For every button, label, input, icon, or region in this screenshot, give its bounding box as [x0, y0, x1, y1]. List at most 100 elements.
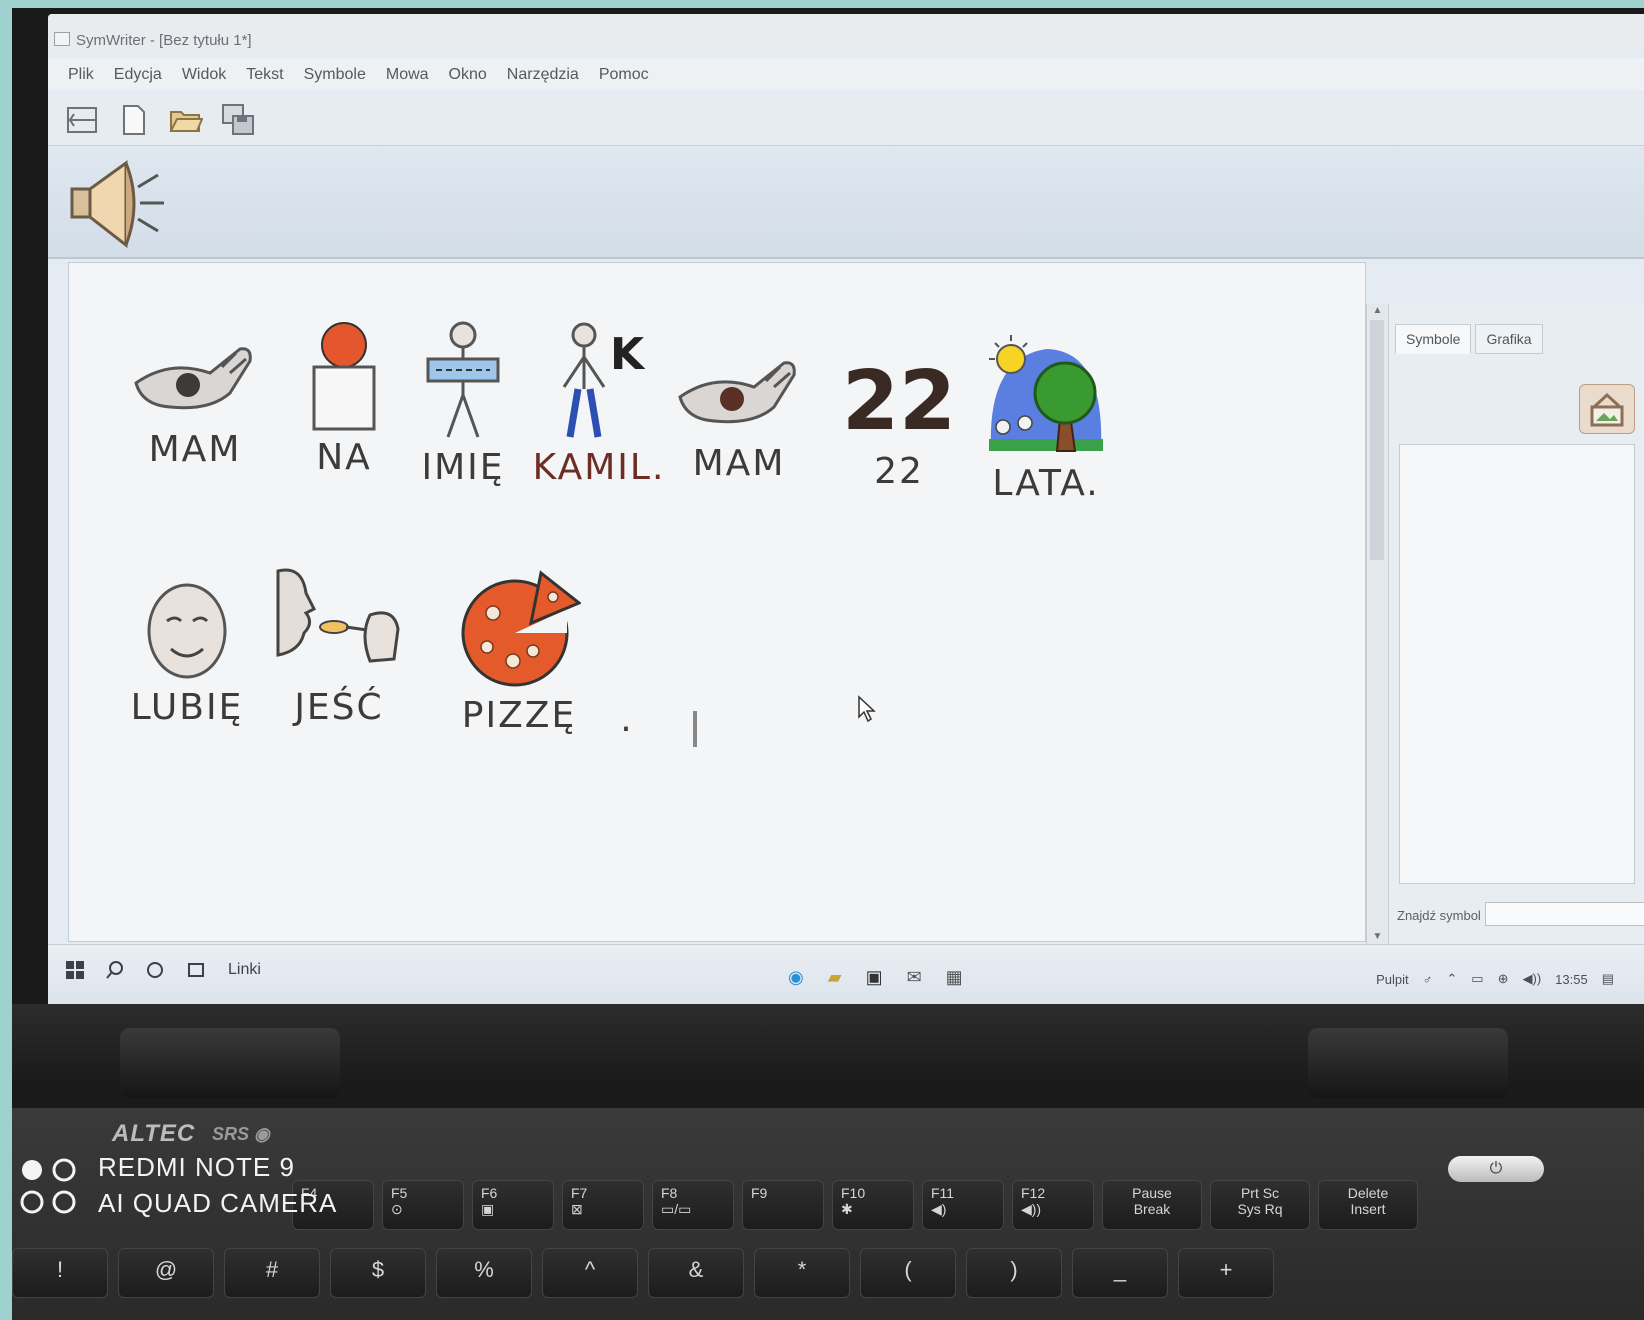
key-right-paren[interactable]: ) [966, 1248, 1062, 1298]
key-f9[interactable]: F9 [742, 1180, 824, 1230]
number-22-icon: 22 [841, 354, 957, 449]
menu-widok[interactable]: Widok [172, 58, 236, 90]
speak-button[interactable] [68, 157, 168, 253]
key-dollar[interactable]: $ [330, 1248, 426, 1298]
title-bar: SymWriter - [Bez tytułu 1*] [48, 14, 1644, 50]
key-left-paren[interactable]: ( [860, 1248, 956, 1298]
menu-plik[interactable]: Plik [58, 58, 104, 90]
document-scrollbar[interactable]: ▲ ▼ [1366, 304, 1388, 944]
menu-pomoc[interactable]: Pomoc [589, 58, 659, 90]
key-label: F9 [751, 1185, 768, 1201]
key-percent[interactable]: % [436, 1248, 532, 1298]
task-view-icon[interactable] [186, 961, 206, 979]
mouse-pointer-icon [858, 695, 876, 723]
windows-start-icon[interactable] [66, 961, 84, 979]
save-button[interactable] [218, 100, 258, 140]
key-pause-break[interactable]: Pause Break [1102, 1180, 1202, 1230]
layout-button[interactable] [62, 100, 102, 140]
key-f12[interactable]: F12 ◀)) [1012, 1180, 1094, 1230]
key-f6[interactable]: F6 ▣ [472, 1180, 554, 1230]
key-f7[interactable]: F7 ⊠ [562, 1180, 644, 1230]
brand-logo: ALTEC [112, 1120, 195, 1148]
period-cell[interactable]: . [615, 693, 639, 740]
desktop-toolbar-label[interactable]: Pulpit [1376, 972, 1409, 987]
find-symbol-input[interactable] [1485, 902, 1644, 926]
window-title: SymWriter - [Bez tytułu 1*] [76, 32, 252, 49]
open-folder-button[interactable] [166, 100, 206, 140]
srs-logo: SRS ◉ [212, 1124, 270, 1144]
network-icon[interactable]: ⊕ [1498, 971, 1509, 987]
power-button[interactable]: ⏻ [1448, 1156, 1544, 1182]
menu-edycja[interactable]: Edycja [104, 58, 172, 90]
key-hash[interactable]: # [224, 1248, 320, 1298]
open-folder-icon [169, 111, 203, 132]
key-sublabel: ✱ [841, 1201, 853, 1217]
symbol-cell[interactable]: MAM [669, 347, 809, 484]
symbol-word: NA [316, 437, 372, 478]
new-document-icon [123, 105, 145, 135]
store-icon[interactable]: ▣ [866, 967, 883, 988]
key-label: F10 [841, 1185, 866, 1201]
symbol-cell[interactable]: LUBIĘ [127, 581, 247, 728]
links-toolbar-label[interactable]: Linki [228, 961, 261, 979]
symbol-cell[interactable]: NA [299, 321, 389, 478]
symbol-list[interactable] [1399, 444, 1635, 884]
key-f10[interactable]: F10 ✱ [832, 1180, 914, 1230]
key-exclamation[interactable]: ! [12, 1248, 108, 1298]
symbol-cell[interactable]: MAM [125, 333, 265, 470]
document-area[interactable]: MAM NA IMIĘ K KAMIL. MAM 22 22 LATA. LUB… [68, 262, 1366, 942]
menu-mowa[interactable]: Mowa [376, 58, 439, 90]
symbol-word: JEŚĆ [294, 687, 384, 728]
person-name-tag-icon [426, 321, 500, 438]
mail-icon[interactable]: ✉ [907, 967, 922, 988]
key-sublabel: ⊙ [391, 1201, 403, 1217]
file-explorer-icon[interactable]: ▰ [828, 967, 842, 988]
people-icon[interactable]: ♂ [1423, 972, 1433, 987]
scroll-down-icon[interactable]: ▼ [1367, 930, 1388, 944]
notifications-icon[interactable]: ▤ [1602, 971, 1614, 987]
menu-narzedzia[interactable]: Narzędzia [497, 58, 589, 90]
search-icon[interactable] [106, 961, 124, 979]
key-prtsc-sysrq[interactable]: Prt Sc Sys Rq [1210, 1180, 1310, 1230]
symbol-word: IMIĘ [421, 447, 505, 488]
symbol-cell[interactable]: 22 22 [839, 354, 959, 493]
layout-icon [67, 107, 97, 133]
key-f8[interactable]: F8 ▭/▭ [652, 1180, 734, 1230]
menu-symbole[interactable]: Symbole [294, 58, 376, 90]
tab-grafika[interactable]: Grafika [1475, 324, 1543, 354]
scroll-thumb[interactable] [1370, 320, 1384, 560]
key-asterisk[interactable]: * [754, 1248, 850, 1298]
scroll-up-icon[interactable]: ▲ [1367, 304, 1388, 318]
menu-tekst[interactable]: Tekst [236, 58, 293, 90]
new-document-button[interactable] [114, 100, 154, 140]
key-label: Pause [1132, 1185, 1172, 1201]
key-ampersand[interactable]: & [648, 1248, 744, 1298]
key-underscore[interactable]: _ [1072, 1248, 1168, 1298]
clock[interactable]: 13:55 [1555, 972, 1588, 987]
edge-icon[interactable]: ◉ [788, 967, 804, 988]
key-plus[interactable]: + [1178, 1248, 1274, 1298]
symbol-cell[interactable]: JEŚĆ [269, 563, 409, 728]
symbol-cell[interactable]: K KAMIL. [529, 321, 669, 488]
symbol-cell[interactable]: IMIĘ [403, 321, 523, 488]
app-grid-icon[interactable]: ▦ [946, 967, 963, 988]
chevron-up-icon[interactable]: ⌃ [1446, 971, 1457, 987]
symbol-preview-thumbnail[interactable] [1579, 384, 1635, 434]
key-f5[interactable]: F5 ⊙ [382, 1180, 464, 1230]
key-at[interactable]: @ [118, 1248, 214, 1298]
symbol-cell[interactable]: PIZZĘ [449, 569, 589, 736]
battery-icon[interactable]: ▭ [1471, 971, 1483, 987]
picture-frame-icon [1590, 392, 1624, 427]
cortana-icon[interactable] [146, 961, 164, 979]
key-f11[interactable]: F11 ◀) [922, 1180, 1004, 1230]
menu-okno[interactable]: Okno [439, 58, 497, 90]
key-caret[interactable]: ^ [542, 1248, 638, 1298]
symbol-cell[interactable]: LATA. [971, 327, 1121, 504]
key-delete-insert[interactable]: Delete Insert [1318, 1180, 1418, 1230]
taskbar-pinned-apps: ◉ ▰ ▣ ✉ ▦ [788, 967, 963, 988]
key-sublabel: ◀)) [1021, 1201, 1042, 1217]
volume-icon[interactable]: ◀)) [1523, 971, 1542, 987]
photo-frame: SymWriter - [Bez tytułu 1*] Plik Edycja … [12, 8, 1644, 1320]
key-label: F8 [661, 1185, 678, 1201]
tab-symbole[interactable]: Symbole [1395, 324, 1472, 354]
